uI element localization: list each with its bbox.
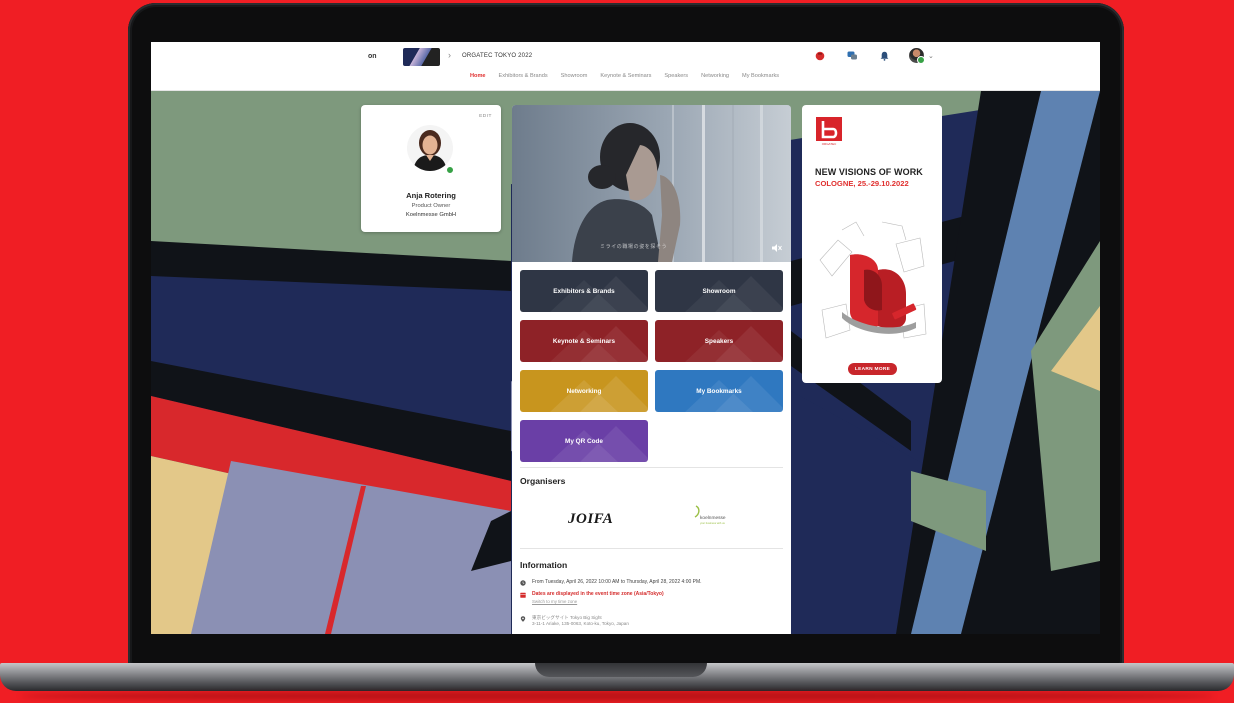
laptop-notch	[535, 663, 707, 677]
timezone-notice: Dates are displayed in the event time zo…	[532, 591, 664, 597]
app-header: on › ORGATEC TOKYO 2022 ⌄ Home Exhibitor…	[151, 42, 1100, 91]
calendar-icon	[520, 592, 526, 598]
tile-showroom[interactable]: Showroom	[655, 270, 783, 312]
content-area: EDIT Anja Rotering Product Owner Koelnme…	[151, 91, 1100, 634]
red-circle-icon[interactable]	[813, 49, 827, 63]
information-title: Information	[520, 560, 568, 570]
nav-exhibitors-brands[interactable]: Exhibitors & Brands	[499, 73, 548, 79]
location-pin-icon	[520, 616, 526, 622]
tile-label: My QR Code	[565, 437, 603, 445]
ad-banner[interactable]: ORGATEC NEW VISIONS OF WORK COLOGNE, 25.…	[802, 105, 942, 383]
koelnmesse-logo[interactable]: koelnmesse your business with us	[690, 505, 740, 529]
ad-headline: NEW VISIONS OF WORK	[815, 167, 923, 177]
profile-photo[interactable]	[407, 125, 453, 171]
ad-subline: COLOGNE, 25.-29.10.2022	[815, 179, 909, 188]
nav-home[interactable]: Home	[470, 73, 486, 79]
chat-icon[interactable]	[845, 49, 859, 63]
brand-logo[interactable]: on	[368, 53, 377, 60]
tile-exhibitors-brands[interactable]: Exhibitors & Brands	[520, 270, 648, 312]
section-divider	[520, 467, 783, 468]
nav-showroom[interactable]: Showroom	[561, 73, 588, 79]
nav-networking[interactable]: Networking	[701, 73, 729, 79]
profile-role: Product Owner	[411, 203, 451, 209]
nav-my-bookmarks[interactable]: My Bookmarks	[742, 73, 779, 79]
organisers-title: Organisers	[520, 476, 566, 486]
bell-icon[interactable]	[877, 49, 891, 63]
event-thumbnail[interactable]	[403, 48, 440, 66]
laptop-shadow	[20, 691, 1214, 701]
screen: on › ORGATEC TOKYO 2022 ⌄ Home Exhibitor…	[151, 42, 1100, 634]
promo-video[interactable]: ミライの職場の姿を探そう	[512, 105, 791, 262]
joifa-logo[interactable]: JOIFA	[568, 511, 613, 528]
section-divider	[520, 548, 783, 549]
profile-card: EDIT Anja Rotering Product Owner Koelnme…	[361, 105, 501, 232]
online-status-dot	[446, 166, 454, 174]
tile-my-qr-code[interactable]: My QR Code	[520, 420, 648, 462]
koelnmesse-logo-text: koelnmesse	[700, 516, 726, 521]
main-nav: Home Exhibitors & Brands Showroom Keynot…	[470, 73, 779, 79]
tile-label: My Bookmarks	[696, 387, 742, 395]
profile-name: Anja Rotering	[406, 191, 456, 200]
switch-timezone-link[interactable]: Switch to my time zone	[532, 598, 664, 605]
tile-my-bookmarks[interactable]: My Bookmarks	[655, 370, 783, 412]
info-dates-row: From Tuesday, April 26, 2022 10:00 AM to…	[520, 579, 783, 586]
event-title[interactable]: ORGATEC TOKYO 2022	[462, 53, 532, 59]
ad-illustration	[819, 221, 927, 339]
tile-label: Keynote & Seminars	[552, 337, 616, 345]
info-timezone-row: Dates are displayed in the event time zo…	[520, 591, 783, 605]
tile-label: Showroom	[702, 287, 736, 295]
orgatec-logo	[816, 117, 842, 141]
tile-speakers[interactable]: Speakers	[655, 320, 783, 362]
center-column: ミライの職場の姿を探そう Exhibitors & Brands Showroo…	[512, 105, 791, 634]
laptop-base	[0, 663, 1234, 691]
edit-profile-link[interactable]: EDIT	[479, 114, 492, 119]
mute-icon[interactable]	[770, 241, 784, 255]
nav-keynote-seminars[interactable]: Keynote & Seminars	[600, 73, 651, 79]
header-actions: ⌄	[813, 48, 934, 64]
nav-speakers[interactable]: Speakers	[664, 73, 688, 79]
video-caption: ミライの職場の姿を探そう	[600, 244, 668, 250]
learn-more-button[interactable]: LEARN MORE	[848, 363, 897, 375]
orgatec-logo-text: ORGATEC	[821, 142, 837, 146]
koelnmesse-logo-subtext: your business with us	[700, 522, 725, 525]
tile-keynote-seminars[interactable]: Keynote & Seminars	[520, 320, 648, 362]
user-avatar[interactable]	[909, 48, 925, 64]
event-dates: From Tuesday, April 26, 2022 10:00 AM to…	[532, 579, 702, 585]
clock-icon	[520, 580, 526, 586]
tile-label: Exhibitors & Brands	[553, 287, 615, 295]
profile-company: Koelnmesse GmbH	[405, 212, 457, 218]
venue-address: 3-11-1 Ariake, 135-0063, Koto-ku, Tokyo,…	[532, 621, 629, 626]
breadcrumb-separator: ›	[448, 50, 451, 60]
tile-label: Speakers	[704, 337, 734, 345]
chevron-down-icon[interactable]: ⌄	[928, 52, 934, 60]
tile-networking[interactable]: Networking	[520, 370, 648, 412]
tile-label: Networking	[566, 387, 602, 395]
info-venue-row: 東京ビッグサイト Tokyo Big Sight 3-11-1 Ariake, …	[520, 615, 783, 627]
